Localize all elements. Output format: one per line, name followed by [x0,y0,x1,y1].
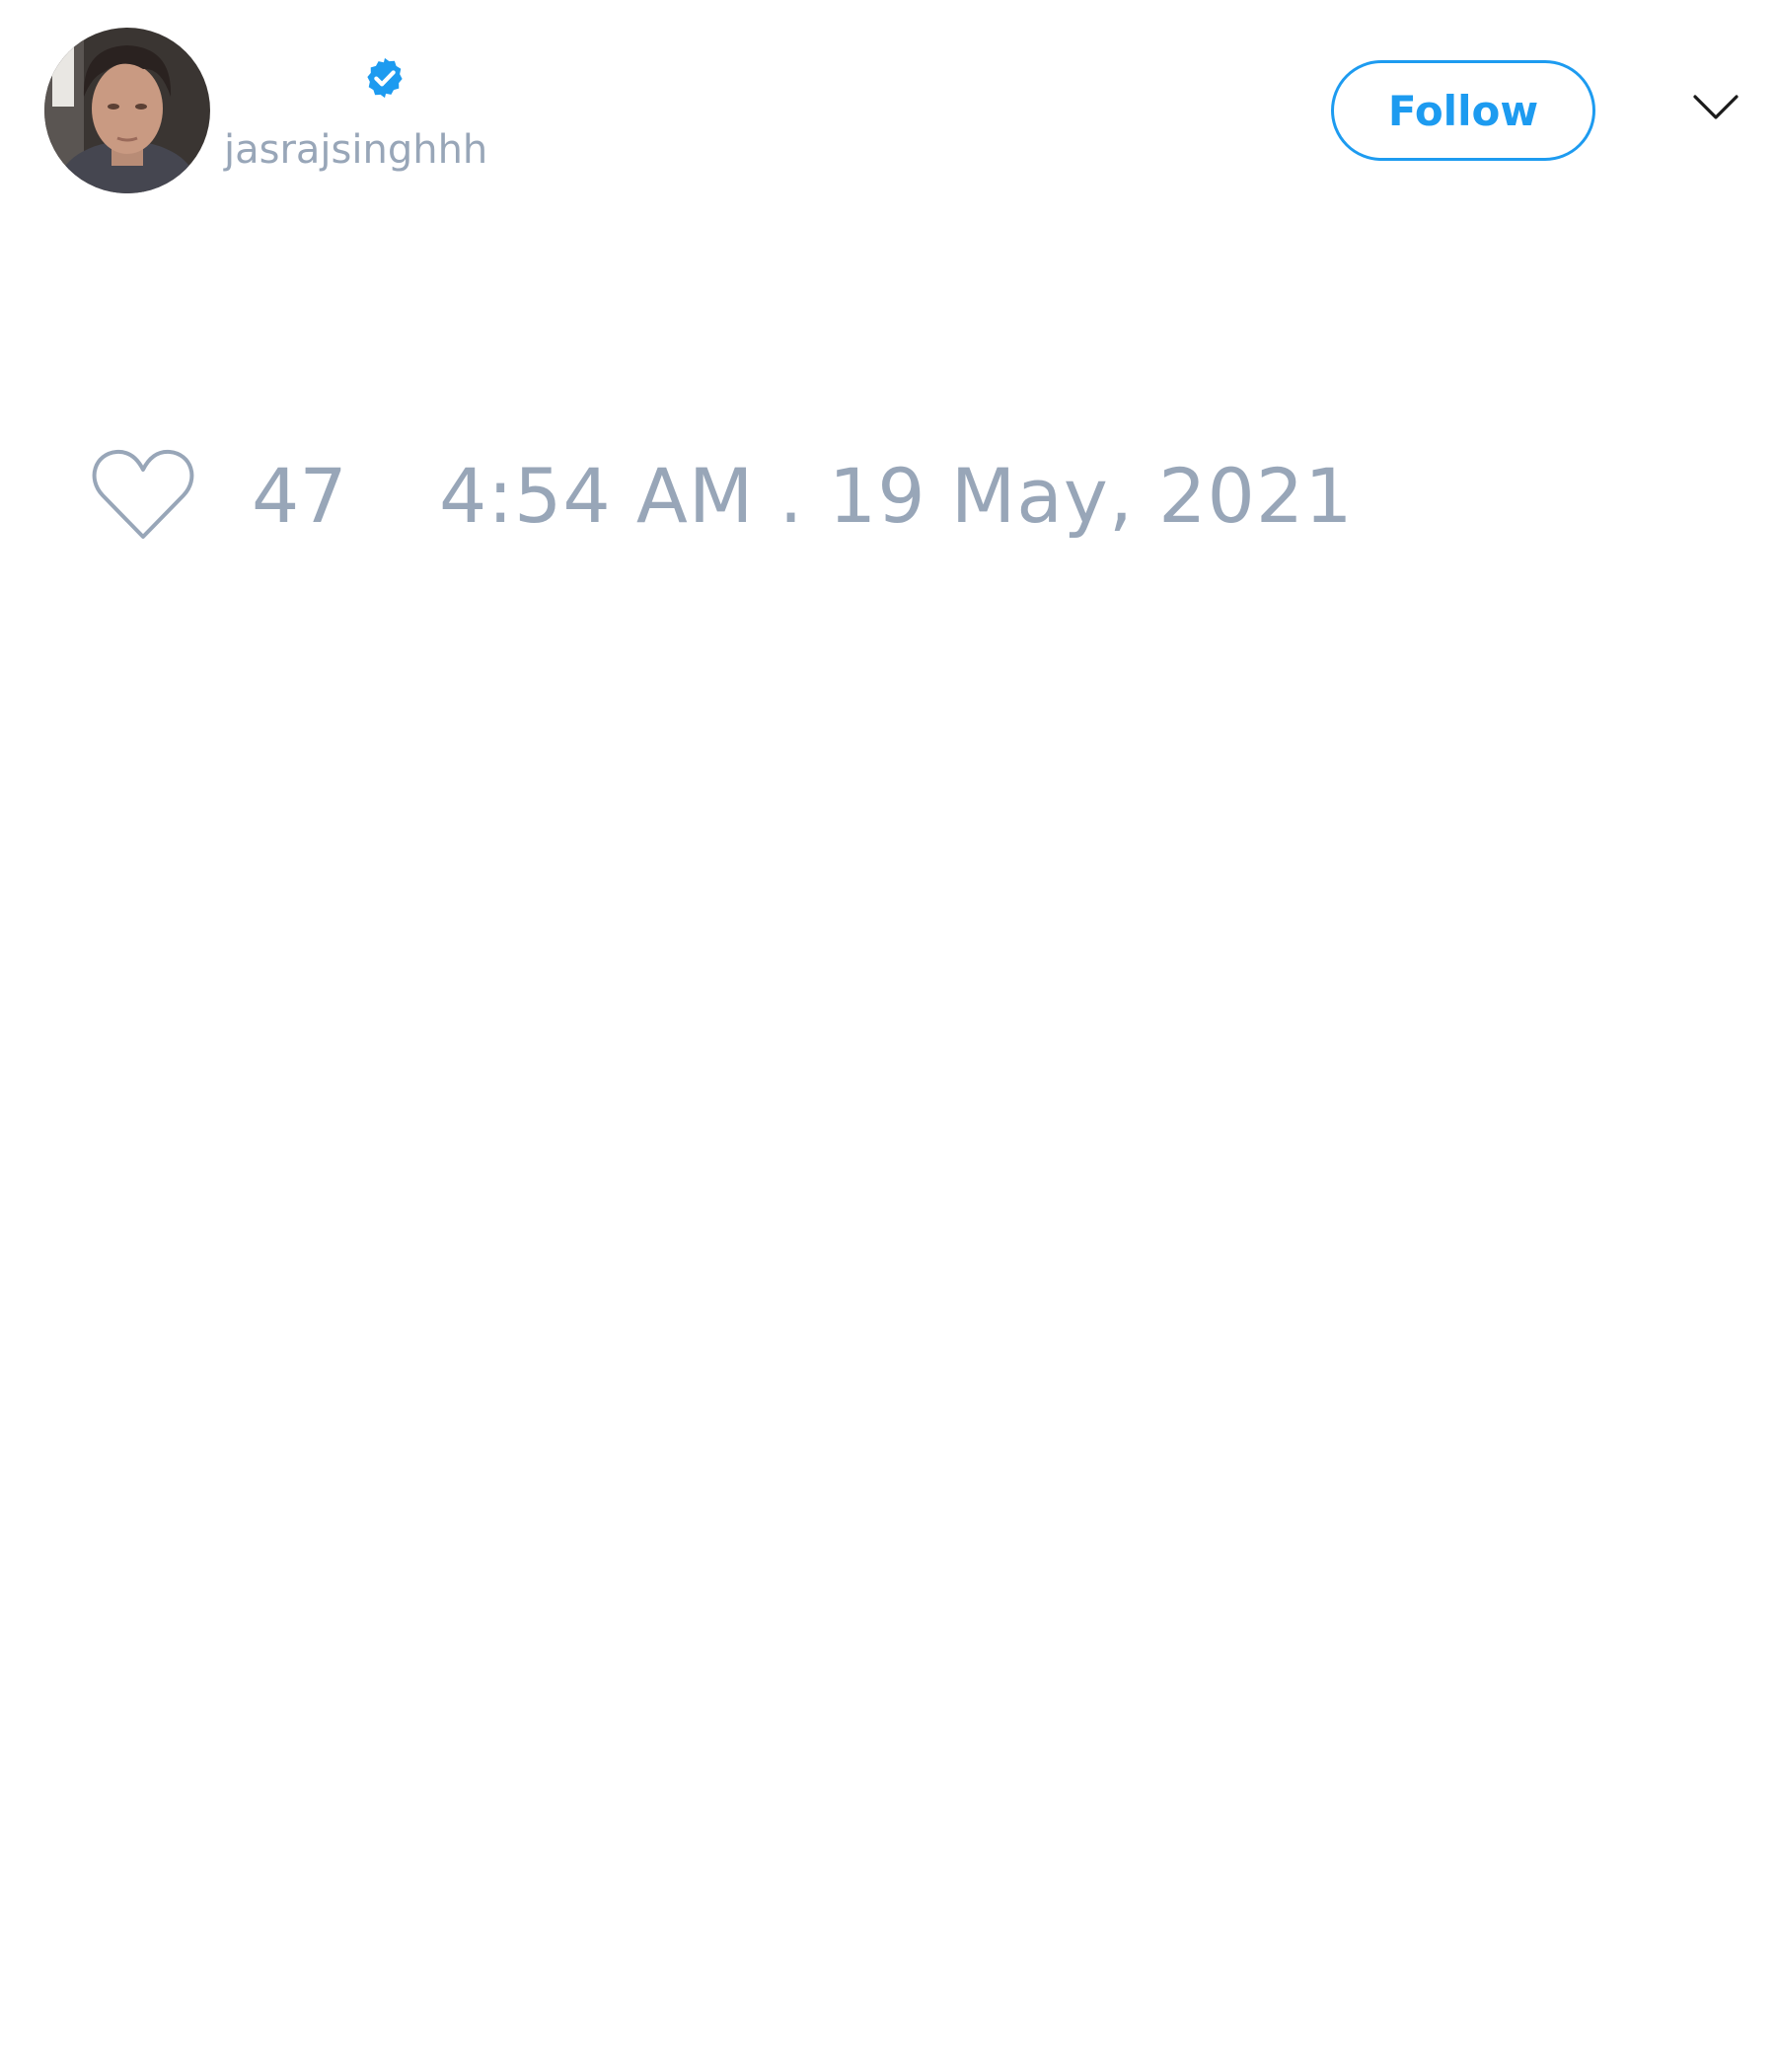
tweet-timestamp[interactable]: 4:54 AM . 19 May, 2021 [439,452,1354,541]
verified-badge-icon [367,57,403,99]
avatar[interactable] [44,28,210,193]
like-count: 47 [252,452,347,540]
user-handle[interactable]: jasrajsinghhh [224,126,487,174]
follow-button[interactable]: Follow [1331,60,1595,161]
heart-icon[interactable] [89,446,197,545]
chevron-down-icon[interactable] [1693,92,1739,123]
avatar-photo [44,28,210,193]
